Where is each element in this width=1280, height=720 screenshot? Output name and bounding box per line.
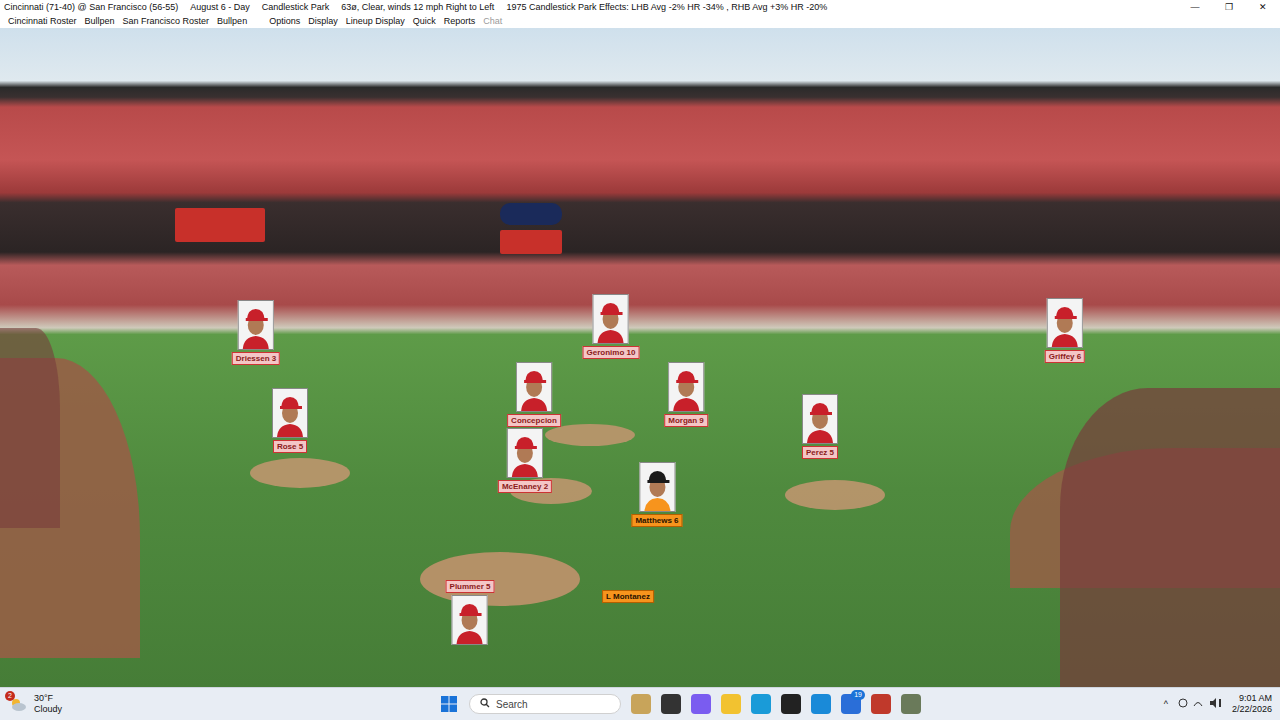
- taskbar-apps: Search 19: [388, 694, 972, 714]
- title-part: 63ø, Clear, winds 12 mph Right to Left: [341, 2, 494, 12]
- cortana-icon[interactable]: [811, 694, 831, 714]
- folder-stack-icon[interactable]: [631, 694, 651, 714]
- title-part: August 6 - Day: [190, 2, 250, 12]
- date: 2/22/2026: [1232, 704, 1272, 715]
- menu-item[interactable]: Bullpen: [213, 16, 251, 26]
- menu-item[interactable]: Cincinnati Roster: [4, 16, 81, 26]
- edge-icon[interactable]: [751, 694, 771, 714]
- player-label[interactable]: Concepcion: [507, 414, 561, 427]
- weather-text: 30°FCloudy: [34, 693, 62, 715]
- menu-item: Chat: [479, 16, 506, 26]
- weather-condition: Cloudy: [34, 704, 62, 715]
- player-label[interactable]: Griffey 6: [1045, 350, 1085, 363]
- app-red-icon[interactable]: [871, 694, 891, 714]
- system-tray: ^ 9:01 AM2/22/2026: [972, 693, 1272, 715]
- player-photo-icon[interactable]: [1047, 298, 1083, 348]
- field-scenery: [545, 424, 635, 446]
- ballpark-field: Driessen 3 Geronimo 10 Griffey 6 Rose 5 Conc…: [0, 28, 1280, 687]
- notification-badge: 2: [5, 691, 15, 701]
- player-marker[interactable]: Matthews 6: [631, 462, 682, 527]
- player-label[interactable]: Matthews 6: [631, 514, 682, 527]
- window-title: Cincinnati (71-40) @ San Francisco (56-5…: [4, 2, 1178, 12]
- player-label[interactable]: Geronimo 10: [583, 346, 640, 359]
- maximize-button[interactable]: ❐: [1212, 0, 1246, 14]
- player-photo-icon[interactable]: [238, 300, 274, 350]
- taskbar-search[interactable]: Search: [469, 694, 621, 714]
- menu-item[interactable]: Lineup Display: [342, 16, 409, 26]
- player-marker[interactable]: McEnaney 2: [498, 428, 552, 493]
- player-photo-icon[interactable]: [516, 362, 552, 412]
- player-marker[interactable]: Rose 5: [272, 388, 308, 453]
- clock[interactable]: 9:01 AM2/22/2026: [1232, 693, 1272, 715]
- title-part: Candlestick Park: [262, 2, 330, 12]
- player-photo-icon[interactable]: [593, 294, 629, 344]
- player-label[interactable]: Perez 5: [802, 446, 838, 459]
- player-marker[interactable]: Perez 5: [802, 394, 838, 459]
- menu-item[interactable]: Display: [304, 16, 342, 26]
- field-scenery: [500, 203, 562, 225]
- player-label[interactable]: L Montanez: [602, 590, 654, 603]
- cloud-icon: 2: [8, 694, 28, 714]
- weather-widget[interactable]: 2 30°FCloudy: [8, 693, 388, 715]
- menu-item[interactable]: San Francisco Roster: [119, 16, 214, 26]
- player-marker[interactable]: Morgan 9: [664, 362, 708, 427]
- player-photo-icon[interactable]: [802, 394, 838, 444]
- player-label[interactable]: Morgan 9: [664, 414, 708, 427]
- menu-item[interactable]: Bullpen: [81, 16, 119, 26]
- file-explorer-icon[interactable]: [721, 694, 741, 714]
- title-part: 1975 Candlestick Park Effects: LHB Avg -…: [506, 2, 827, 12]
- game-app-icon[interactable]: [901, 694, 921, 714]
- player-marker[interactable]: Concepcion: [507, 362, 561, 427]
- close-button[interactable]: ✕: [1246, 0, 1280, 14]
- field-scenery: [0, 328, 60, 528]
- player-photo-icon[interactable]: [639, 462, 675, 512]
- player-marker[interactable]: Driessen 3: [232, 300, 280, 365]
- field-scenery: [175, 208, 265, 242]
- player-photo-icon[interactable]: [668, 362, 704, 412]
- magnifier-icon: [480, 698, 490, 710]
- title-part: Cincinnati (71-40) @ San Francisco (56-5…: [4, 2, 178, 12]
- tray-expand-button[interactable]: ^: [1164, 699, 1168, 709]
- search-placeholder: Search: [496, 699, 528, 710]
- window-controls: —❐✕: [1178, 0, 1280, 14]
- field-scenery: [785, 480, 885, 510]
- menu-item[interactable]: Reports: [440, 16, 480, 26]
- player-marker[interactable]: Plummer 5: [446, 580, 495, 645]
- field-scenery: [500, 230, 562, 254]
- mail-icon[interactable]: 19: [841, 694, 861, 714]
- player-label[interactable]: McEnaney 2: [498, 480, 552, 493]
- player-marker[interactable]: L Montanez: [602, 590, 654, 603]
- media-icon[interactable]: [781, 694, 801, 714]
- player-marker[interactable]: Geronimo 10: [583, 294, 640, 359]
- field-scenery: [420, 552, 580, 606]
- taskbar: 2 30°FCloudy Search 19 ^ 9:01 AM2/22/2026: [0, 687, 1280, 720]
- player-photo-icon[interactable]: [507, 428, 543, 478]
- menu-item[interactable]: Quick: [409, 16, 440, 26]
- network-volume-icon[interactable]: [1178, 697, 1222, 711]
- task-view-icon[interactable]: [661, 694, 681, 714]
- temperature: 30°F: [34, 693, 53, 704]
- title-bar: Cincinnati (71-40) @ San Francisco (56-5…: [0, 0, 1280, 14]
- menu-item[interactable]: Options: [265, 16, 304, 26]
- player-label[interactable]: Driessen 3: [232, 352, 280, 365]
- player-photo-icon[interactable]: [272, 388, 308, 438]
- player-photo-icon[interactable]: [452, 595, 488, 645]
- notification-badge: 19: [851, 690, 865, 700]
- menu-bar: Cincinnati RosterBullpenSan Francisco Ro…: [0, 14, 1280, 28]
- player-label[interactable]: Rose 5: [273, 440, 307, 453]
- player-label[interactable]: Plummer 5: [446, 580, 495, 593]
- windows-logo-icon[interactable]: [439, 694, 459, 714]
- field-scenery: [250, 458, 350, 488]
- field-scenery: [1060, 388, 1280, 687]
- copilot-icon[interactable]: [691, 694, 711, 714]
- time: 9:01 AM: [1239, 693, 1272, 704]
- player-marker[interactable]: Griffey 6: [1045, 298, 1085, 363]
- minimize-button[interactable]: —: [1178, 0, 1212, 14]
